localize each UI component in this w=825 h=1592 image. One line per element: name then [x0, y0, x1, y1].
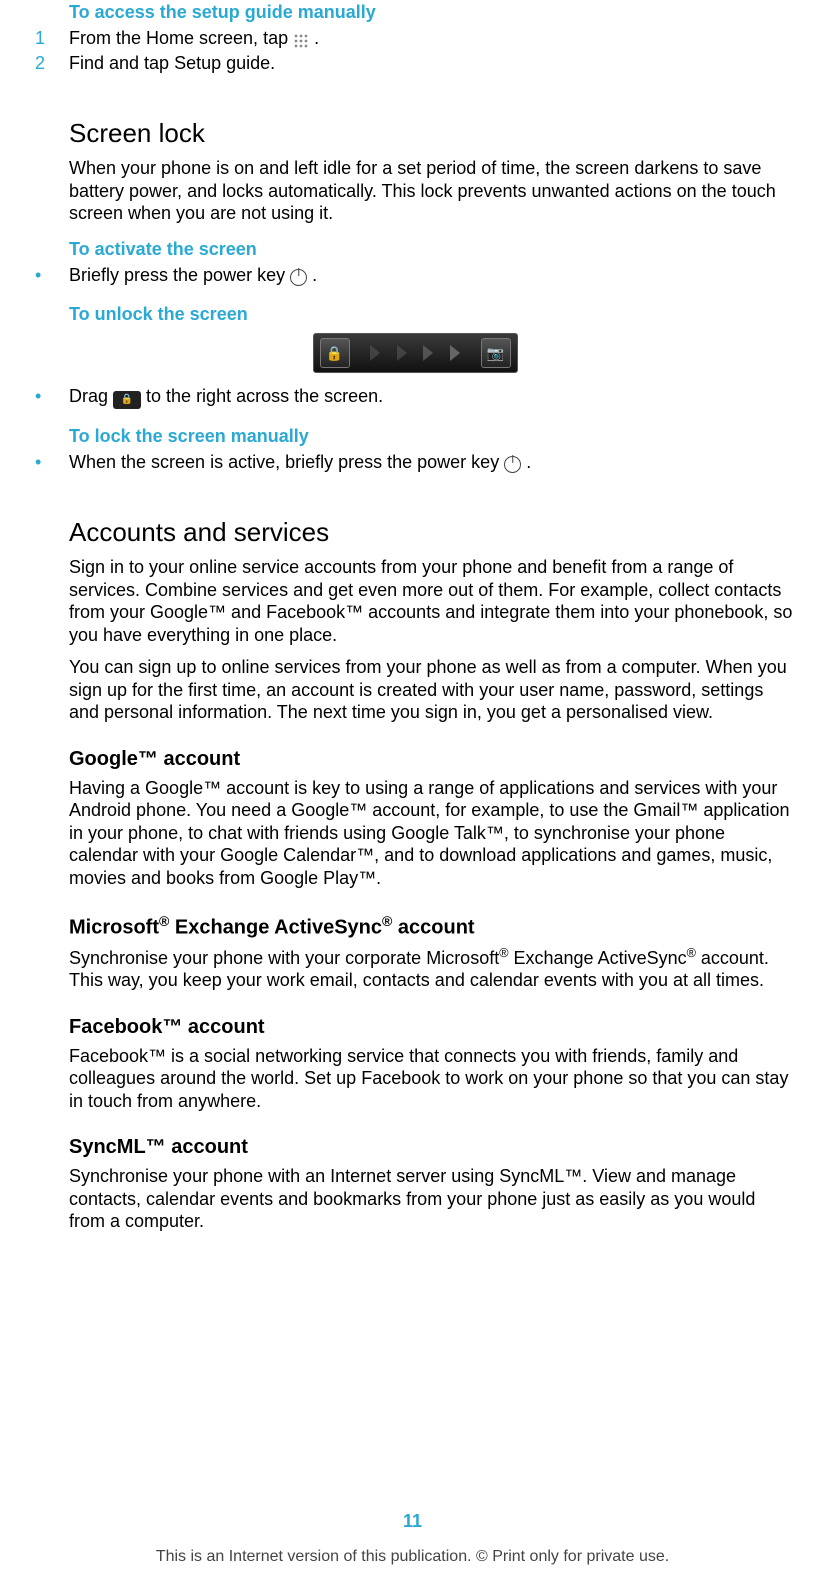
chevron-right-icon: [370, 345, 380, 361]
subheading-activate-screen: To activate the screen: [69, 239, 795, 260]
power-icon: [290, 269, 307, 286]
lockscreen-illustration: 🔒 📷: [35, 333, 795, 373]
bullet-text: When the screen is active, briefly press…: [69, 451, 795, 474]
paragraph: Having a Google™ account is key to using…: [69, 777, 795, 890]
heading-exchange: Microsoft® Exchange ActiveSync® account: [69, 913, 795, 940]
footer-line: This is an Internet version of this publ…: [0, 1548, 825, 1566]
step-text: Find and tap Setup guide.: [69, 52, 795, 75]
paragraph: Synchronise your phone with your corpora…: [69, 946, 795, 992]
document-page: To access the setup guide manually 1 Fro…: [0, 2, 825, 1592]
slide-chevrons: [350, 345, 481, 361]
power-icon: [504, 456, 521, 473]
bullet-item: • Briefly press the power key .: [35, 264, 795, 287]
step-text-before: From the Home screen, tap: [69, 28, 293, 48]
ordered-steps: 1 From the Home screen, tap . 2 Find and…: [35, 27, 795, 74]
heading-screen-lock: Screen lock: [69, 118, 795, 149]
step-text: From the Home screen, tap .: [69, 27, 795, 50]
step-row: 1 From the Home screen, tap .: [35, 27, 795, 50]
lock-slider-icon: 🔒: [320, 338, 350, 368]
page-number: 11: [0, 1511, 825, 1532]
bullet-item: • When the screen is active, briefly pre…: [35, 451, 795, 474]
lock-chip-icon: 🔒: [113, 391, 141, 409]
bullet-dot-icon: •: [35, 264, 69, 287]
paragraph: Sign in to your online service accounts …: [69, 556, 795, 646]
step-text-after: .: [314, 28, 319, 48]
camera-slider-icon: 📷: [481, 338, 511, 368]
paragraph: You can sign up to online services from …: [69, 656, 795, 724]
chevron-right-icon: [450, 345, 460, 361]
bullet-text: Briefly press the power key .: [69, 264, 795, 287]
bullet-dot-icon: •: [35, 451, 69, 474]
bullet-dot-icon: •: [35, 385, 69, 408]
lockscreen-bar: 🔒 📷: [313, 333, 518, 373]
paragraph: Facebook™ is a social networking service…: [69, 1045, 795, 1113]
bullet-item: • Drag 🔒 to the right across the screen.: [35, 385, 795, 408]
registered-mark-icon: ®: [159, 913, 169, 929]
heading-google: Google™ account: [69, 748, 795, 771]
registered-mark-icon: ®: [382, 913, 392, 929]
heading-accounts: Accounts and services: [69, 517, 795, 548]
heading-facebook: Facebook™ account: [69, 1016, 795, 1039]
paragraph: Synchronise your phone with an Internet …: [69, 1165, 795, 1233]
subheading-access-guide: To access the setup guide manually: [69, 2, 795, 23]
step-number: 2: [35, 52, 69, 75]
chevron-right-icon: [423, 345, 433, 361]
registered-mark-icon: ®: [687, 946, 696, 960]
step-row: 2 Find and tap Setup guide.: [35, 52, 795, 75]
apps-grid-icon: [293, 33, 309, 49]
chevron-right-icon: [397, 345, 407, 361]
subheading-unlock-screen: To unlock the screen: [69, 304, 795, 325]
heading-syncml: SyncML™ account: [69, 1136, 795, 1159]
subheading-lock-screen: To lock the screen manually: [69, 426, 795, 447]
bullet-text: Drag 🔒 to the right across the screen.: [69, 385, 795, 408]
paragraph: When your phone is on and left idle for …: [69, 157, 795, 225]
registered-mark-icon: ®: [499, 946, 508, 960]
step-number: 1: [35, 27, 69, 50]
